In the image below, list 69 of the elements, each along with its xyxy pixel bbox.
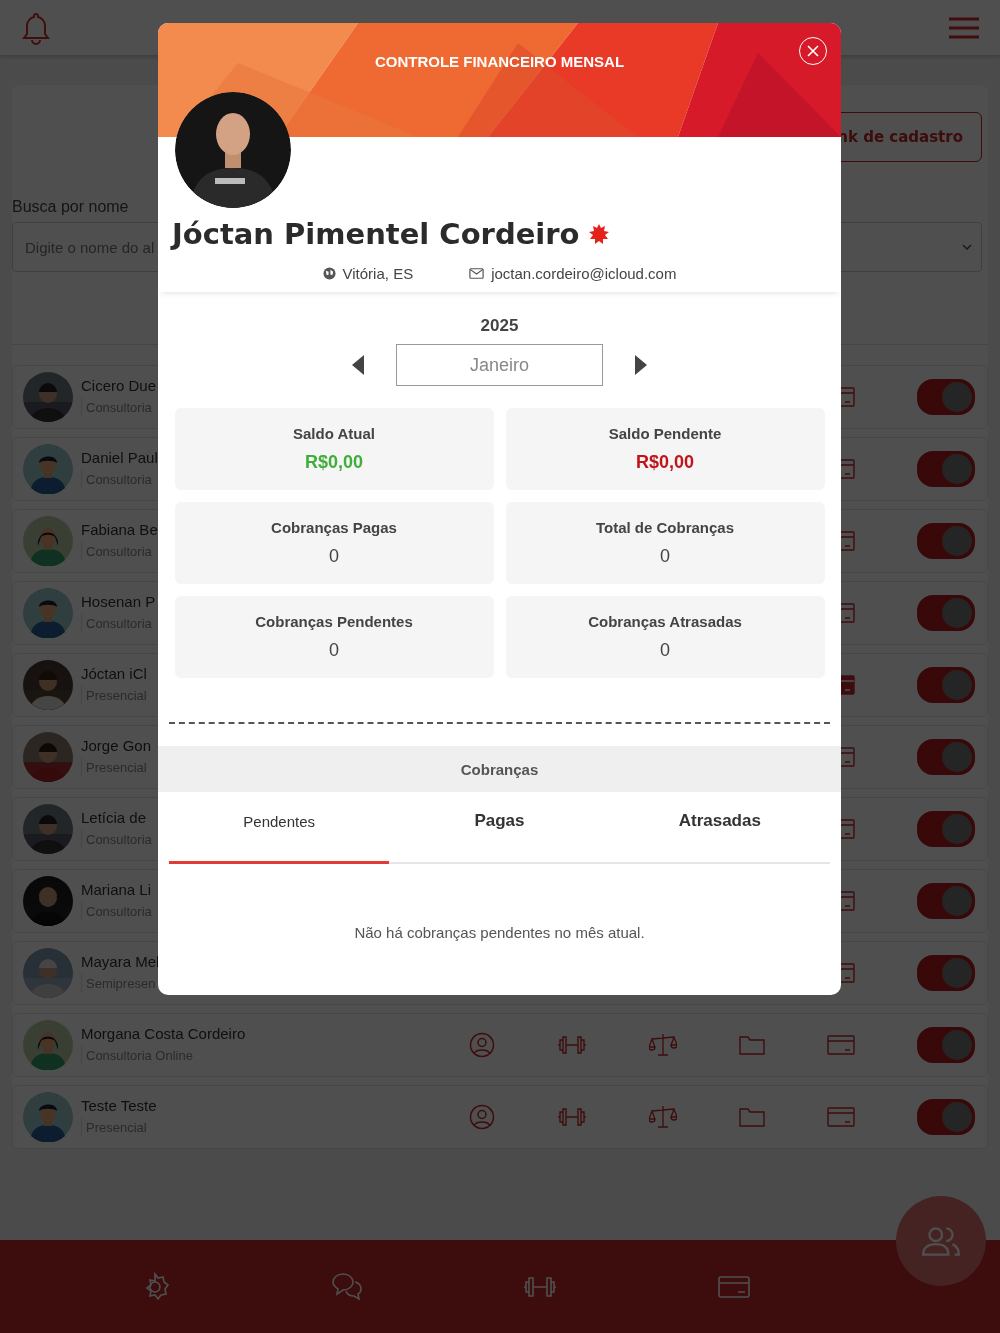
toggle-switch[interactable] (917, 379, 975, 415)
menu-icon[interactable] (948, 16, 980, 39)
tab[interactable]: Pendentes (169, 792, 390, 864)
stat-label: Total de Cobranças (595, 519, 735, 536)
toggle-switch[interactable] (917, 1099, 975, 1135)
dumbbell-icon[interactable] (557, 1035, 587, 1055)
stat-value: 0 (329, 546, 339, 567)
female-avatar-icon (23, 1020, 73, 1070)
student-name: Mayara Mel (81, 953, 160, 970)
email-text: joctan.cordeiro@icloud.com (491, 265, 677, 282)
toggle-switch[interactable] (917, 811, 975, 847)
dumbbell-icon[interactable] (557, 1107, 587, 1127)
student-name: Jorge Gon (81, 737, 152, 754)
toggle-switch[interactable] (917, 451, 975, 487)
profile-name: Jóctan Pimentel Cordeiro (172, 217, 580, 251)
student-name: Daniel Paul (81, 449, 158, 466)
tab[interactable]: Atrasadas (609, 792, 830, 864)
month-field[interactable]: Janeiro (396, 344, 603, 386)
male-avatar-icon (23, 1092, 73, 1142)
student-name: Teste Teste (81, 1097, 157, 1114)
chat-icon[interactable] (330, 1271, 363, 1302)
toggle-switch[interactable] (917, 1027, 975, 1063)
stat-value: 0 (329, 640, 339, 661)
student-name: Morgana Costa Cordeiro (81, 1025, 246, 1042)
year-label: 2025 (480, 316, 519, 336)
stat-label: Cobranças Pendentes (255, 613, 413, 630)
stat-label: Cobranças Atrasadas (588, 613, 742, 630)
stat-label: Cobranças Pagas (271, 519, 397, 536)
next-month-icon[interactable] (635, 355, 647, 375)
folder-icon[interactable] (739, 1035, 765, 1055)
toggle-switch[interactable] (917, 523, 975, 559)
stat-value: R$0,00 (304, 452, 363, 473)
close-icon (807, 45, 819, 57)
stat-label: Saldo Pendente (608, 425, 722, 442)
globe-icon (322, 267, 336, 280)
toggle-switch[interactable] (917, 883, 975, 919)
profile-icon[interactable] (469, 1032, 495, 1058)
empty-message: Não há cobranças pendentes no mês atual. (353, 924, 646, 941)
tab[interactable]: Pagas (389, 792, 610, 864)
people-icon (920, 1225, 962, 1257)
scale-icon[interactable] (649, 1105, 677, 1129)
modal-title: CONTROLE FINANCEIRO MENSAL (374, 53, 625, 71)
toggle-switch[interactable] (917, 955, 975, 991)
stat-value: 0 (660, 546, 670, 567)
student-name: Cicero Due (81, 377, 157, 394)
folder-icon[interactable] (739, 1107, 765, 1127)
female-avatar-icon (23, 516, 73, 566)
student-name: Mariana Li (81, 881, 152, 898)
stat-value: 0 (660, 640, 670, 661)
student-name: Hosenan P (81, 593, 156, 610)
notification-bell-icon[interactable] (20, 10, 52, 45)
section-title: Cobranças (460, 760, 539, 778)
student-name: Fabiana Be (81, 521, 158, 538)
student-name: Jóctan iCl (81, 665, 147, 682)
profile-icon[interactable] (469, 1104, 495, 1130)
search-label: Busca por nome (12, 198, 130, 216)
previous-month-icon[interactable] (352, 355, 364, 375)
toggle-switch[interactable] (917, 595, 975, 631)
location-text: Vitória, ES (342, 265, 414, 282)
envelope-icon (469, 268, 485, 279)
caret-icon[interactable] (962, 244, 972, 250)
toggle-switch[interactable] (917, 667, 975, 703)
stat-value: R$0,00 (635, 452, 694, 473)
toggle-switch[interactable] (917, 739, 975, 775)
male-avatar-icon (23, 444, 73, 494)
scale-icon[interactable] (649, 1033, 677, 1057)
stat-label: Saldo Atual (293, 425, 375, 442)
student-name: Letícia de (81, 809, 147, 826)
male-avatar-icon (23, 588, 73, 638)
